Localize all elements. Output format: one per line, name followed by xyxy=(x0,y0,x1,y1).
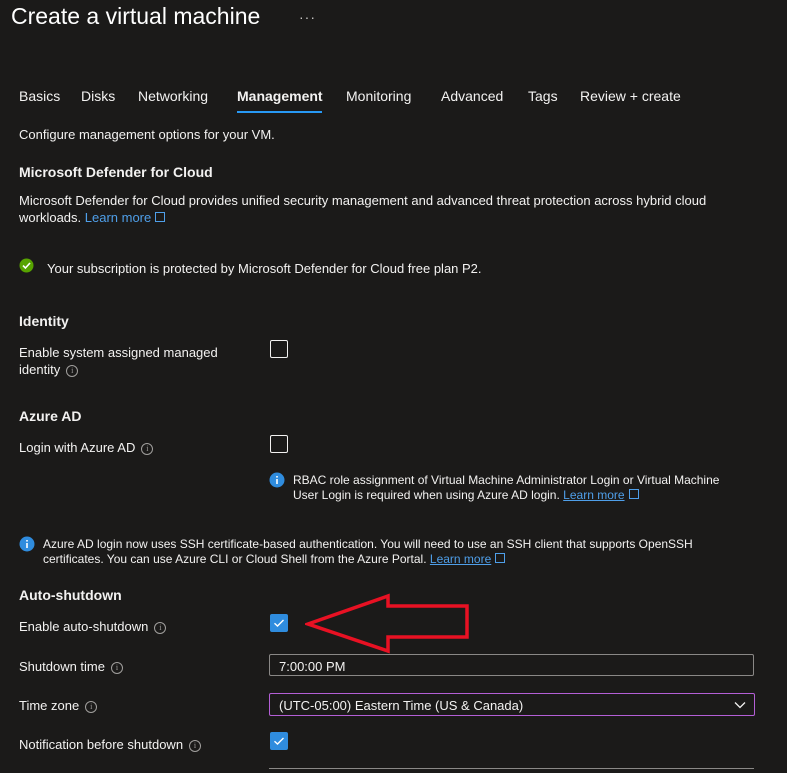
managed-identity-label-end: identity xyxy=(19,362,61,377)
info-filled-icon xyxy=(19,536,35,552)
shutdown-time-row: Shutdown time i xyxy=(19,659,123,674)
notification-row: Notification before shutdown i xyxy=(19,737,202,752)
info-icon[interactable]: i xyxy=(141,442,154,455)
enable-auto-shutdown-row: Enable auto-shutdown i xyxy=(19,619,167,634)
info-icon[interactable]: i xyxy=(189,739,202,752)
external-link-icon xyxy=(495,553,506,563)
more-options-button[interactable]: ··· xyxy=(299,9,316,25)
identity-heading: Identity xyxy=(19,313,69,329)
defender-description-end: workloads. xyxy=(19,210,82,225)
login-azure-ad-label: Login with Azure AD xyxy=(19,440,136,455)
tab-review-create[interactable]: Review + create xyxy=(580,88,681,104)
external-link-icon xyxy=(628,489,639,499)
enable-auto-shutdown-label: Enable auto-shutdown xyxy=(19,619,149,634)
rbac-learn-more-link[interactable]: Learn more xyxy=(563,488,624,502)
auto-shutdown-heading: Auto-shutdown xyxy=(19,587,122,603)
defender-description: Microsoft Defender for Cloud provides un… xyxy=(19,193,707,208)
defender-heading: Microsoft Defender for Cloud xyxy=(19,164,213,180)
time-zone-label: Time zone xyxy=(19,698,80,713)
info-filled-icon xyxy=(269,472,285,488)
page-title: Create a virtual machine xyxy=(11,3,261,29)
annotation-arrow-icon xyxy=(305,593,469,654)
azure-ad-heading: Azure AD xyxy=(19,408,82,424)
info-icon[interactable]: i xyxy=(85,700,98,713)
tab-networking[interactable]: Networking xyxy=(138,88,208,104)
checkmark-icon xyxy=(274,737,284,745)
rbac-info-text: RBAC role assignment of Virtual Machine … xyxy=(293,473,720,487)
shutdown-time-input[interactable]: 7:00:00 PM xyxy=(269,654,754,676)
managed-identity-checkbox[interactable] xyxy=(270,340,288,358)
tab-monitoring[interactable]: Monitoring xyxy=(346,88,411,104)
time-zone-value: (UTC-05:00) Eastern Time (US & Canada) xyxy=(279,698,524,713)
time-zone-row: Time zone i xyxy=(19,698,98,713)
notification-label: Notification before shutdown xyxy=(19,737,184,752)
next-field-input[interactable] xyxy=(269,768,754,773)
shutdown-time-label: Shutdown time xyxy=(19,659,105,674)
ssh-info-text: Azure AD login now uses SSH certificate-… xyxy=(43,537,693,551)
managed-identity-label: Enable system assigned managed xyxy=(19,345,218,360)
chevron-down-icon xyxy=(734,702,746,709)
managed-identity-label-line2: identity i xyxy=(19,362,79,377)
time-zone-select[interactable]: (UTC-05:00) Eastern Time (US & Canada) xyxy=(269,693,755,716)
tab-advanced[interactable]: Advanced xyxy=(441,88,503,104)
checkmark-icon xyxy=(274,619,284,627)
shutdown-time-value: 7:00:00 PM xyxy=(279,659,346,674)
active-tab-indicator xyxy=(237,111,322,113)
tab-tags[interactable]: Tags xyxy=(528,88,558,104)
defender-description-line2: workloads. Learn more xyxy=(19,210,166,225)
info-icon[interactable]: i xyxy=(111,661,123,674)
success-check-icon xyxy=(19,258,34,273)
external-link-icon xyxy=(155,212,166,222)
defender-status-text: Your subscription is protected by Micros… xyxy=(47,261,482,276)
enable-auto-shutdown-checkbox[interactable] xyxy=(270,614,288,632)
info-icon[interactable]: i xyxy=(66,364,79,377)
intro-text: Configure management options for your VM… xyxy=(19,127,275,142)
tab-basics[interactable]: Basics xyxy=(19,88,60,104)
rbac-info-line2: User Login is required when using Azure … xyxy=(293,488,639,502)
tab-disks[interactable]: Disks xyxy=(81,88,115,104)
ssh-info-line2: certificates. You can use Azure CLI or C… xyxy=(43,552,506,566)
defender-learn-more-link[interactable]: Learn more xyxy=(85,210,151,225)
login-azure-ad-checkbox[interactable] xyxy=(270,435,288,453)
info-icon[interactable]: i xyxy=(154,621,167,634)
ssh-info-text-end: certificates. You can use Azure CLI or C… xyxy=(43,552,427,566)
login-azure-ad-row: Login with Azure AD i xyxy=(19,440,154,455)
ssh-learn-more-link[interactable]: Learn more xyxy=(430,552,491,566)
notification-checkbox[interactable] xyxy=(270,732,288,750)
tab-management[interactable]: Management xyxy=(237,88,323,104)
rbac-info-text-end: User Login is required when using Azure … xyxy=(293,488,560,502)
